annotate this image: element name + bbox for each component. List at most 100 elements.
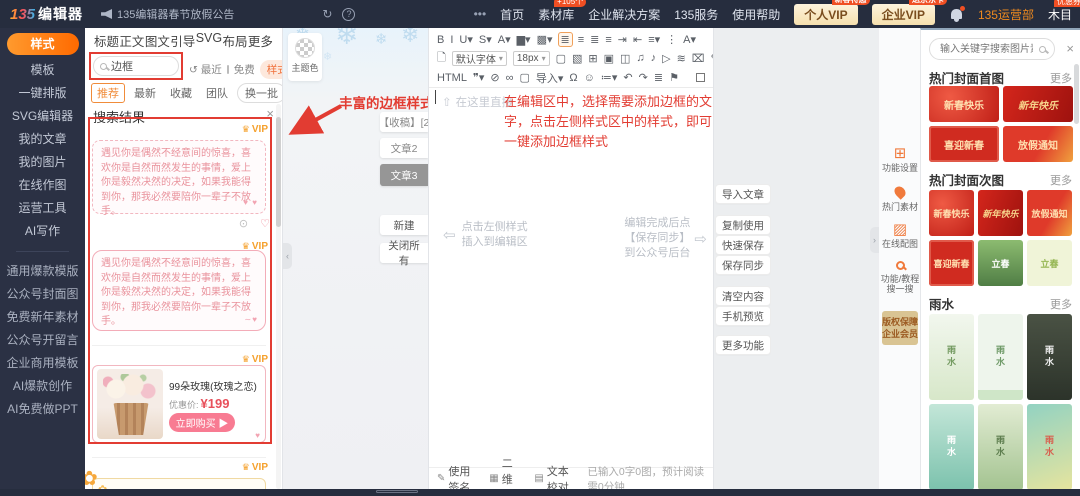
collapse-panel-handle[interactable]: ‹	[283, 243, 292, 269]
cover-tile[interactable]: 喜迎新春	[929, 240, 974, 286]
sidebar-item[interactable]: 我的文章	[0, 128, 85, 151]
username[interactable]: 木目 优惠券	[1048, 6, 1072, 23]
recent-filter[interactable]: ↺ 最近	[189, 62, 222, 77]
toolbar-icon[interactable]: A▾	[498, 33, 511, 46]
filter-chip[interactable]: 换一批	[237, 83, 283, 103]
rail-item-settings[interactable]: ⊞ 功能设置	[879, 146, 921, 173]
sidebar-item[interactable]: 公众号封面图	[0, 283, 85, 306]
sidebar-item[interactable]: 通用爆款模版	[0, 260, 85, 283]
copyright-enterprise-badge[interactable]: 版权保障企业会员	[882, 311, 918, 345]
style-search-input[interactable]: 边框	[93, 56, 179, 76]
rail-item-search[interactable]: 功能/教程搜一搜	[879, 259, 921, 294]
action-button[interactable]: 导入文章	[716, 185, 770, 203]
bell-icon[interactable]	[951, 9, 962, 19]
font-family-select[interactable]: 默认字体▾	[452, 51, 507, 66]
toolbar-icon[interactable]: ≔▾	[601, 71, 618, 84]
toolbar-icon[interactable]: ≡	[605, 34, 611, 46]
editor-area[interactable]: BIU▾S▾A▾▆▾▩▾≣≡≣≡⇥⇤≡▾⋮A▾ 🗋 默认字体▾ 18px▾ ▢▧…	[428, 28, 714, 489]
more-link[interactable]: 更多	[1050, 296, 1072, 312]
toolbar-icon[interactable]: ≣	[654, 71, 663, 84]
theme-color-picker[interactable]: 主题色	[288, 33, 322, 81]
toolbar-icon[interactable]: ☺	[584, 72, 595, 84]
toolbar-icon[interactable]: ⊘	[490, 71, 499, 84]
toolbar-icon[interactable]: ▷	[662, 52, 670, 65]
nav-135-service[interactable]: 135服务	[674, 6, 718, 23]
document-tab[interactable]: 文章3	[380, 164, 428, 186]
toolbar-icon[interactable]: ▢	[519, 71, 529, 84]
close-all-button[interactable]: 关闭所有	[380, 243, 428, 263]
style-tab[interactable]: 正文	[119, 31, 144, 50]
toolbar-icon[interactable]: ⚑	[669, 71, 679, 84]
filter-chip[interactable]: 最新	[129, 84, 161, 102]
sidebar-item[interactable]: 模板	[0, 59, 85, 82]
cover-tile[interactable]: 放假通知	[1003, 126, 1073, 162]
toolbar-icon[interactable]: Ω	[569, 72, 577, 84]
toolbar-icon[interactable]: A▾	[683, 33, 696, 46]
style-card-yellow[interactable]	[92, 478, 266, 489]
toolbar-icon[interactable]: ≡▾	[648, 33, 660, 46]
cover-tile[interactable]: 放假通知	[1027, 190, 1072, 236]
collapse-rail-handle[interactable]: ›	[870, 227, 879, 253]
action-button[interactable]: 快速保存	[716, 236, 770, 254]
panel-scrollbar-thumb[interactable]	[276, 117, 281, 227]
action-button[interactable]: 手机预览	[716, 307, 770, 325]
poster-tile[interactable]: 雨水	[929, 314, 974, 400]
preview-eye-icon[interactable]: ⊙	[239, 217, 248, 230]
sidebar-item[interactable]: 免费新年素材	[0, 306, 85, 329]
poster-tile[interactable]: 雨水	[1027, 314, 1072, 400]
toolbar-icon[interactable]: ≡	[578, 34, 584, 46]
toolbar-icon[interactable]: ▧	[572, 52, 582, 65]
filter-chip[interactable]: 团队	[201, 84, 233, 102]
style-card-dashed-quote[interactable]: 遇见你是偶然不经意间的惊喜，喜欢你是自然而然发生的事情，爱上你是毅然决然的决定，…	[92, 140, 266, 214]
filter-chip[interactable]: 收藏	[165, 84, 197, 102]
new-doc-icon[interactable]: 🗋	[437, 49, 446, 68]
refresh-icon[interactable]: ↻	[322, 7, 332, 21]
panel-scrollbar-thumb[interactable]	[1074, 64, 1079, 124]
toolbar-icon[interactable]: ♫	[636, 52, 644, 65]
style-card-solid-quote[interactable]: 遇见你是偶然不经意间的惊喜，喜欢你是自然而然发生的事情，爱上你是毅然决然的决定，…	[92, 250, 266, 331]
cover-tile[interactable]: 立春	[978, 240, 1023, 286]
sidebar-item[interactable]: 我的图片	[0, 151, 85, 174]
toolbar-icon[interactable]: ≣	[559, 33, 572, 46]
style-tab[interactable]: 标题	[94, 31, 119, 50]
poster-tile[interactable]: 雨水	[929, 404, 974, 489]
toolbar-icon[interactable]: ⇤	[633, 33, 642, 46]
sidebar-item[interactable]: 运营工具	[0, 197, 85, 220]
free-checkbox[interactable]	[227, 65, 229, 74]
nav-home[interactable]: 首页	[500, 6, 524, 23]
close-results-icon[interactable]: ×	[266, 106, 274, 121]
action-button[interactable]: 清空内容	[716, 287, 770, 305]
sidebar-item[interactable]: SVG编辑器	[0, 105, 85, 128]
more-menu-icon[interactable]: •••	[474, 7, 487, 21]
toolbar-icon[interactable]: ▢	[556, 52, 566, 65]
toolbar-icon[interactable]: ∞	[506, 72, 514, 84]
style-tab[interactable]: 布局	[223, 31, 248, 50]
buy-now-button[interactable]: 立即购买 ▶	[169, 413, 235, 432]
cover-tile[interactable]: 新春快乐	[929, 86, 999, 122]
personal-vip-button[interactable]: 个人VIP 新春特惠	[794, 4, 857, 25]
rail-item-hot-material[interactable]: 热门素材	[879, 184, 921, 212]
toolbar-icon[interactable]: ⇥	[618, 33, 627, 46]
sidebar-item[interactable]: 公众号开留言	[0, 329, 85, 352]
new-document-button[interactable]: 新建	[380, 215, 428, 235]
action-button[interactable]: 复制使用	[716, 216, 770, 234]
document-tab[interactable]: 文章2	[380, 138, 428, 158]
poster-tile[interactable]: 雨水	[978, 404, 1023, 489]
poster-tile[interactable]: 雨水	[978, 314, 1023, 400]
app-logo[interactable]: 135 编辑器	[10, 4, 83, 24]
toolbar-icon[interactable]: ▣	[604, 52, 614, 65]
document-tab[interactable]: 【收稿】[2	[380, 112, 428, 132]
style-tab[interactable]: 更多	[248, 31, 273, 50]
sidebar-item[interactable]: 一键排版	[0, 82, 85, 105]
cover-tile[interactable]: 新年快乐	[1003, 86, 1073, 122]
toolbar-icon[interactable]: ↶	[623, 71, 632, 84]
action-button[interactable]: 保存同步	[716, 256, 770, 274]
rail-item-online-images[interactable]: ▨ 在线配图	[879, 222, 921, 249]
favorite-heart-icon[interactable]: ♡	[260, 217, 270, 230]
toolbar-icon[interactable]: ⊞	[588, 52, 597, 65]
toolbar-icon[interactable]: ≋	[677, 52, 686, 65]
nav-material-library[interactable]: 素材库 +105个	[538, 6, 574, 23]
announcement-link[interactable]: 135编辑器春节放假公告	[101, 6, 234, 22]
sidebar-item[interactable]: 在线作图	[0, 174, 85, 197]
sidebar-item[interactable]: AI写作	[0, 220, 85, 243]
